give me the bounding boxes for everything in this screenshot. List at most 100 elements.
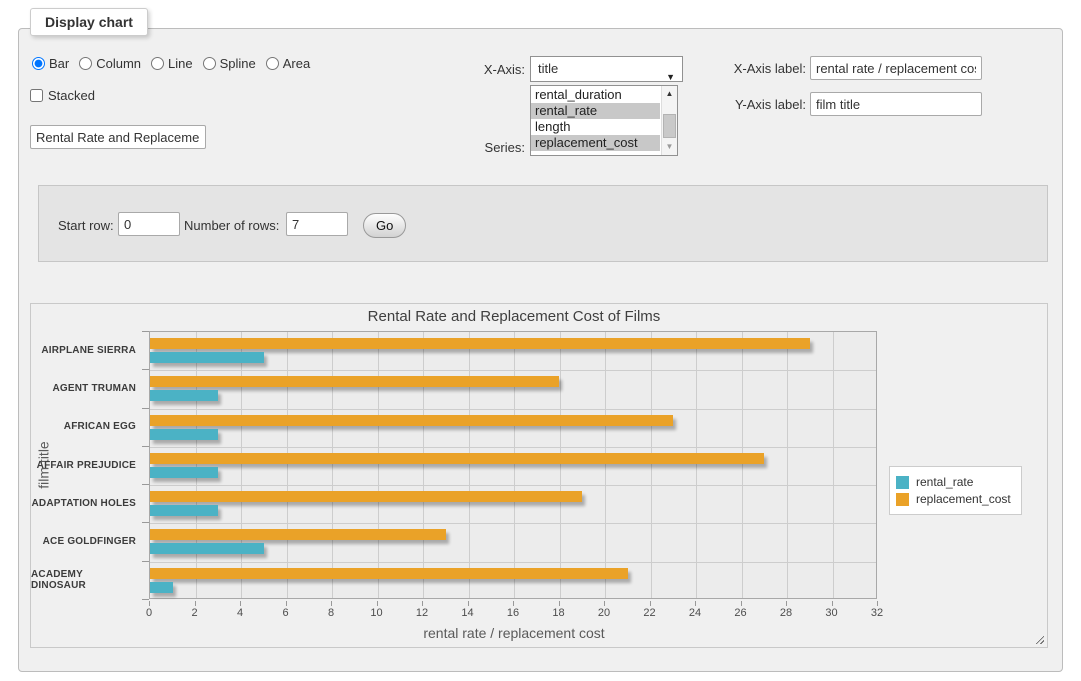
- gridline-v: [651, 332, 652, 598]
- x-tick-mark: [468, 601, 469, 606]
- gridline-h: [150, 370, 876, 371]
- scroll-down-icon[interactable]: ▼: [662, 140, 677, 154]
- bar-rental_rate: [150, 582, 173, 593]
- bar-rental_rate: [150, 467, 218, 478]
- y-category-label: ACE GOLDFINGER: [31, 522, 143, 560]
- y-category-label: AFFAIR PREJUDICE: [31, 446, 143, 484]
- page: Display chart Bar Column Line Spline Area St…: [0, 0, 1081, 681]
- chart-title-input[interactable]: [30, 125, 206, 149]
- y-tick-mark: [142, 369, 149, 370]
- x-axis-label-input[interactable]: [810, 56, 982, 80]
- x-axis-select-value: title: [538, 61, 558, 76]
- series-option-rental_duration[interactable]: rental_duration: [531, 87, 660, 103]
- bar-replacement_cost: [150, 568, 628, 579]
- y-tick-mark: [142, 599, 149, 600]
- y-tick-mark: [142, 446, 149, 447]
- gridline-v: [742, 332, 743, 598]
- chart-type-option-line[interactable]: Line: [151, 56, 193, 71]
- chart-type-radio-line[interactable]: [151, 57, 164, 70]
- bar-replacement_cost: [150, 415, 673, 426]
- resize-handle-icon[interactable]: [1033, 633, 1044, 644]
- x-tick-mark: [240, 601, 241, 606]
- display-chart-legend-text: Display chart: [45, 14, 133, 30]
- x-tick-label: 0: [129, 607, 169, 619]
- gridline-v: [423, 332, 424, 598]
- x-tick-mark: [604, 601, 605, 606]
- series-option-replacement_cost[interactable]: replacement_cost: [531, 135, 660, 151]
- x-tick-label: 16: [493, 607, 533, 619]
- x-tick-mark: [422, 601, 423, 606]
- gridline-h: [150, 562, 876, 563]
- chart-type-label-area: Area: [283, 56, 310, 71]
- series-options: rental_durationrental_ratelengthreplacem…: [531, 87, 660, 154]
- chart-type-radio-spline[interactable]: [203, 57, 216, 70]
- chart-type-radio-column[interactable]: [79, 57, 92, 70]
- chart-type-option-area[interactable]: Area: [266, 56, 310, 71]
- number-of-rows-input[interactable]: [286, 212, 348, 236]
- stacked-checkbox[interactable]: [30, 89, 43, 102]
- chart-type-option-column[interactable]: Column: [79, 56, 141, 71]
- gridline-v: [605, 332, 606, 598]
- gridline-v: [332, 332, 333, 598]
- legend-swatch-rental_rate: [896, 476, 909, 489]
- chart-type-option-bar[interactable]: Bar: [32, 56, 69, 71]
- gridline-v: [196, 332, 197, 598]
- chart-type-radio-bar[interactable]: [32, 57, 45, 70]
- series-option-rental_rate[interactable]: rental_rate: [531, 103, 660, 119]
- gridline-v: [514, 332, 515, 598]
- go-button[interactable]: Go: [363, 213, 406, 238]
- gridline-h: [150, 409, 876, 410]
- chart-type-radio-area[interactable]: [266, 57, 279, 70]
- legend-label-replacement_cost: replacement_cost: [916, 492, 1011, 506]
- x-tick-label: 8: [311, 607, 351, 619]
- legend-row-replacement_cost: replacement_cost: [896, 492, 1011, 506]
- chart-type-radio-group: Bar Column Line Spline Area: [32, 56, 310, 71]
- gridline-h: [150, 523, 876, 524]
- x-tick-label: 24: [675, 607, 715, 619]
- chart-type-label-spline: Spline: [220, 56, 256, 71]
- x-tick-label: 32: [857, 607, 897, 619]
- x-tick-label: 18: [539, 607, 579, 619]
- x-axis-select-label: X-Axis:: [430, 62, 525, 77]
- start-row-input[interactable]: [118, 212, 180, 236]
- bar-rental_rate: [150, 543, 264, 554]
- x-tick-label: 28: [766, 607, 806, 619]
- chart-title: Rental Rate and Replacement Cost of Film…: [149, 308, 879, 325]
- start-row-label: Start row:: [58, 218, 114, 233]
- y-tick-mark: [142, 484, 149, 485]
- rows-panel: Start row: Number of rows: Go: [38, 185, 1048, 262]
- bar-replacement_cost: [150, 338, 810, 349]
- chart-type-label-line: Line: [168, 56, 193, 71]
- gridline-h: [150, 447, 876, 448]
- x-tick-mark: [650, 601, 651, 606]
- scroll-up-icon[interactable]: ▲: [662, 87, 677, 101]
- plot-area: [149, 331, 877, 599]
- x-tick-label: 26: [721, 607, 761, 619]
- x-axis-select[interactable]: title ▼: [530, 56, 683, 82]
- number-of-rows-label: Number of rows:: [184, 218, 279, 233]
- stacked-checkbox-row[interactable]: Stacked: [30, 88, 95, 103]
- gridline-v: [696, 332, 697, 598]
- x-tick-label: 12: [402, 607, 442, 619]
- gridline-v: [787, 332, 788, 598]
- x-axis-label-caption: X-Axis label:: [706, 61, 806, 76]
- chart-x-axis-title: rental rate / replacement cost: [149, 625, 879, 641]
- x-tick-label: 22: [630, 607, 670, 619]
- gridline-v: [469, 332, 470, 598]
- y-category-label: ADAPTATION HOLES: [31, 484, 143, 522]
- legend-row-rental_rate: rental_rate: [896, 475, 1011, 489]
- bar-replacement_cost: [150, 376, 559, 387]
- scrollbar-thumb[interactable]: [663, 114, 676, 138]
- y-category-label: AGENT TRUMAN: [31, 369, 143, 407]
- x-tick-mark: [195, 601, 196, 606]
- series-list-label: Series:: [430, 140, 525, 155]
- series-scrollbar[interactable]: ▲ ▼: [661, 86, 677, 155]
- series-multiselect[interactable]: rental_durationrental_ratelengthreplacem…: [530, 85, 678, 156]
- chart-type-option-spline[interactable]: Spline: [203, 56, 256, 71]
- chart-type-label-column: Column: [96, 56, 141, 71]
- series-option-length[interactable]: length: [531, 119, 660, 135]
- y-axis-label-input[interactable]: [810, 92, 982, 116]
- bar-rental_rate: [150, 505, 218, 516]
- x-tick-mark: [559, 601, 560, 606]
- gridline-v: [241, 332, 242, 598]
